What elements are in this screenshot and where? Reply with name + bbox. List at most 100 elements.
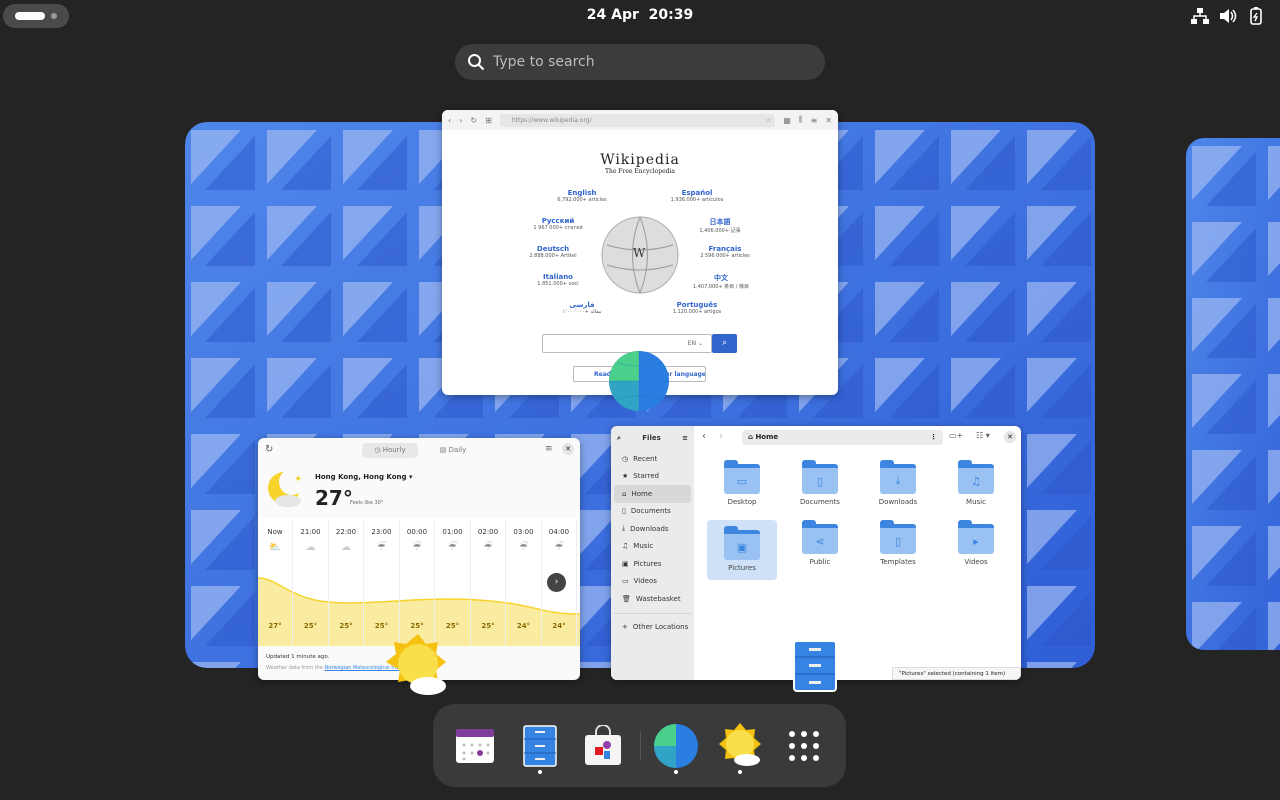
weather-app-icon <box>386 634 446 695</box>
folder-label: Downloads <box>878 498 918 506</box>
sidebar-item-other-locations[interactable]: + Other Locations <box>614 619 691 637</box>
folder-videos[interactable]: ▸ Videos <box>941 520 1011 566</box>
lang-link[interactable]: Português 1.120.000+ artigos <box>652 301 742 315</box>
lang-link[interactable]: 中文 1,407,000+ 条目 / 條目 <box>676 273 766 290</box>
back-icon[interactable]: ‹ <box>448 116 451 125</box>
refresh-icon[interactable]: ↻ <box>265 444 273 455</box>
lang-link[interactable]: English 6,792,000+ articles <box>537 189 627 203</box>
running-indicator <box>738 770 742 774</box>
hour-time: 23:00 <box>371 528 392 536</box>
close-icon[interactable]: ✕ <box>825 116 832 125</box>
folder-downloads[interactable]: ⤓ Downloads <box>863 460 933 506</box>
current-temperature: 27° <box>315 486 353 510</box>
tabs-icon[interactable]: ▦ <box>783 116 791 125</box>
url-bar[interactable]: https://www.wikipedia.org/ ☆ <box>499 113 776 127</box>
close-icon[interactable]: ✕ <box>1004 431 1016 443</box>
path-menu-icon[interactable]: ⋮ <box>930 430 937 445</box>
hour-temp: 24° <box>552 622 566 630</box>
folder-public[interactable]: ⋖ Public <box>785 520 855 566</box>
hour-column: Now ⛅ 27° <box>258 520 293 646</box>
pictures-icon: ▣ <box>622 559 629 568</box>
lang-link[interactable]: Español 1.936.000+ artículos <box>652 189 742 203</box>
view-options-icon[interactable]: ☷ ▾ <box>976 431 990 440</box>
bookmark-star-icon[interactable]: ☆ <box>766 114 771 127</box>
lang-link[interactable]: فارسی ۱٬۰۰۰٬۰۰۰+ مقاله <box>537 301 627 315</box>
search-icon[interactable]: ⌕ <box>617 434 621 443</box>
lang-link[interactable]: 日本語 1,406,000+ 記事 <box>675 217 765 234</box>
workspace-2[interactable] <box>1186 138 1280 650</box>
sidebar-item-starred[interactable]: ★ Starred <box>614 468 691 486</box>
folder-documents[interactable]: ▯ Documents <box>785 460 855 506</box>
reload-icon[interactable]: ↻ <box>470 116 477 125</box>
network-icon[interactable] <box>1190 6 1210 26</box>
sidebar-item-label: Downloads <box>630 524 669 533</box>
location-selector[interactable]: Hong Kong, Hong Kong ▾ <box>315 473 412 481</box>
tab-hourly[interactable]: ◷ Hourly <box>362 443 418 458</box>
search-icon <box>468 54 485 71</box>
menu-icon[interactable]: ≡ <box>811 116 818 125</box>
language-select[interactable]: EN <box>688 340 696 347</box>
lang-link[interactable]: Deutsch 2.888.000+ Artikel <box>508 245 598 259</box>
close-icon[interactable]: ✕ <box>562 443 574 455</box>
lang-link[interactable]: Italiano 1.851.000+ voci <box>513 273 603 287</box>
folder-label: Desktop <box>727 498 757 506</box>
new-tab-icon[interactable]: ⊞ <box>485 116 492 125</box>
search-input[interactable] <box>493 54 793 70</box>
folder-music[interactable]: ♫ Music <box>941 460 1011 506</box>
battery-icon[interactable] <box>1246 6 1266 26</box>
hour-column: 02:00 ☔ 25° <box>471 520 506 646</box>
url-text: https://www.wikipedia.org/ <box>511 116 592 124</box>
sidebar-item-wastebasket[interactable]: 🗑 Wastebasket <box>614 590 691 608</box>
library-icon[interactable]: ⫼ <box>799 115 803 125</box>
app-grid-icon[interactable] <box>783 725 825 767</box>
forward-button[interactable]: › <box>719 431 723 442</box>
running-indicator <box>538 770 542 774</box>
back-button[interactable]: ‹ <box>702 431 706 442</box>
tab-daily[interactable]: ▤ Daily <box>428 443 478 458</box>
clock[interactable]: 24 Apr 20:39 <box>0 7 1280 23</box>
hour-time: Now <box>267 528 283 536</box>
sidebar-item-home[interactable]: ⌂ Home <box>614 485 691 503</box>
hour-time: 00:00 <box>406 528 428 536</box>
downloads-icon: ⤓ <box>622 524 626 533</box>
path-bar[interactable]: ⌂ Home ⋮ <box>742 430 943 445</box>
sidebar-item-music[interactable]: ♫ Music <box>614 538 691 556</box>
folder-label: Documents <box>800 498 840 506</box>
folder-label: Templates <box>880 558 916 566</box>
weather-icon[interactable] <box>717 723 763 769</box>
sidebar-item-recent[interactable]: ◷ Recent <box>614 450 691 468</box>
search-bar[interactable] <box>455 44 825 80</box>
hour-column: 23:00 ☔ 25° <box>365 520 400 646</box>
lang-link[interactable]: Français 2 596 000+ articles <box>680 245 770 259</box>
sidebar-item-label: Music <box>633 542 654 551</box>
hour-column: 00:00 ☔ 25° <box>400 520 435 646</box>
folder-icon: ▣ <box>724 526 760 560</box>
folder-icon: ⤓ <box>880 460 916 494</box>
folder-templates[interactable]: ▯ Templates <box>863 520 933 566</box>
files-icon[interactable] <box>519 725 561 767</box>
sidebar-item-downloads[interactable]: ⤓ Downloads <box>614 520 691 538</box>
menu-icon[interactable]: ≡ <box>545 444 553 454</box>
folder-desktop[interactable]: ▭ Desktop <box>707 460 777 506</box>
hour-time: 22:00 <box>335 528 357 536</box>
calendar-icon[interactable] <box>454 725 496 767</box>
sidebar-item-videos[interactable]: ▭ Videos <box>614 573 691 591</box>
forward-icon[interactable]: › <box>459 116 462 125</box>
lang-link[interactable]: Русский 1 967 000+ статей <box>513 217 603 231</box>
music-icon: ♫ <box>622 542 629 551</box>
folder-pictures[interactable]: ▣ Pictures <box>707 520 777 580</box>
hour-temp: 25° <box>410 622 424 630</box>
sidebar-item-pictures[interactable]: ▣ Pictures <box>614 555 691 573</box>
next-hours-button[interactable]: › <box>547 573 566 592</box>
software-icon[interactable] <box>582 725 624 767</box>
web-browser-icon[interactable] <box>653 723 699 769</box>
sidebar-item-documents[interactable]: ▯ Documents <box>614 503 691 521</box>
volume-icon[interactable] <box>1218 6 1238 26</box>
files-sidebar: ⌕ Files ≡ ◷ Recent ★ Starred ⌂ Home ▯ Documents ⤓ D… <box>611 426 694 680</box>
wastebasket-icon: 🗑 <box>622 594 631 603</box>
new-folder-icon[interactable]: ▭+ <box>949 431 963 440</box>
recent-icon: ◷ <box>622 454 629 463</box>
wikipedia-search-button[interactable]: ⌕ <box>712 334 737 353</box>
menu-icon[interactable]: ≡ <box>682 434 688 442</box>
folder-label: Public <box>809 558 831 566</box>
